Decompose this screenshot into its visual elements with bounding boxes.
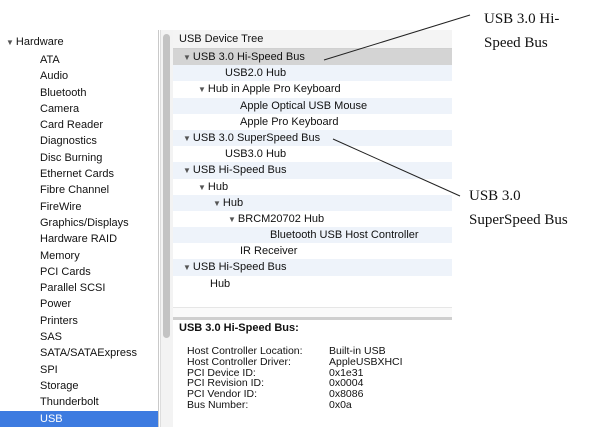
callout-hispeed-line1: USB 3.0 Hi- [484, 11, 560, 27]
callout-superspeed: USB 3.0 SuperSpeed Bus [469, 184, 568, 232]
callout-superspeed-line1: USB 3.0 [469, 188, 521, 204]
callout-hispeed-line2: Speed Bus [484, 35, 548, 51]
callout-hispeed: USB 3.0 Hi- Speed Bus [484, 7, 559, 55]
callout-line-hispeed [323, 14, 471, 61]
callout-line-superspeed [332, 138, 461, 197]
callout-superspeed-line2: SuperSpeed Bus [469, 212, 568, 228]
